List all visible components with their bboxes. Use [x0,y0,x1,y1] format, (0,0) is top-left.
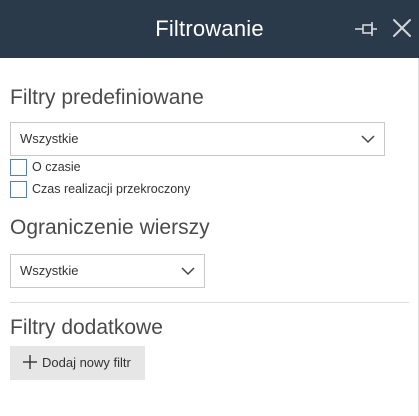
close-icon [393,19,411,37]
pin-icon [355,22,377,36]
predefined-filters-title: Filtry predefiniowane [10,86,204,109]
predefined-filter-value: Wszystkie [20,131,79,146]
panel-header: Filtrowanie [0,0,419,58]
row-limit-title: Ograniczenie wierszy [10,216,210,239]
checkbox-overdue[interactable] [10,181,27,198]
add-filter-button[interactable]: Dodaj nowy filtr [10,346,145,380]
row-limit-select[interactable]: Wszystkie [10,254,205,288]
checkbox-on-time[interactable] [10,159,27,176]
add-filter-label: Dodaj nowy filtr [42,355,131,370]
close-button[interactable] [391,16,413,40]
chevron-down-icon [361,135,375,144]
plus-icon [23,355,37,369]
checkbox-label-overdue: Czas realizacji przekroczony [32,182,191,196]
additional-filters-title: Filtry dodatkowe [10,316,163,339]
filter-panel: Filtrowanie Filtry predefiniowane Wszyst… [0,0,419,416]
checkbox-label-on-time: O czasie [32,160,81,174]
row-limit-value: Wszystkie [20,263,79,278]
chevron-down-icon [181,267,195,276]
pin-button[interactable] [354,17,378,41]
section-divider [10,302,409,303]
predefined-filter-select[interactable]: Wszystkie [10,122,385,156]
